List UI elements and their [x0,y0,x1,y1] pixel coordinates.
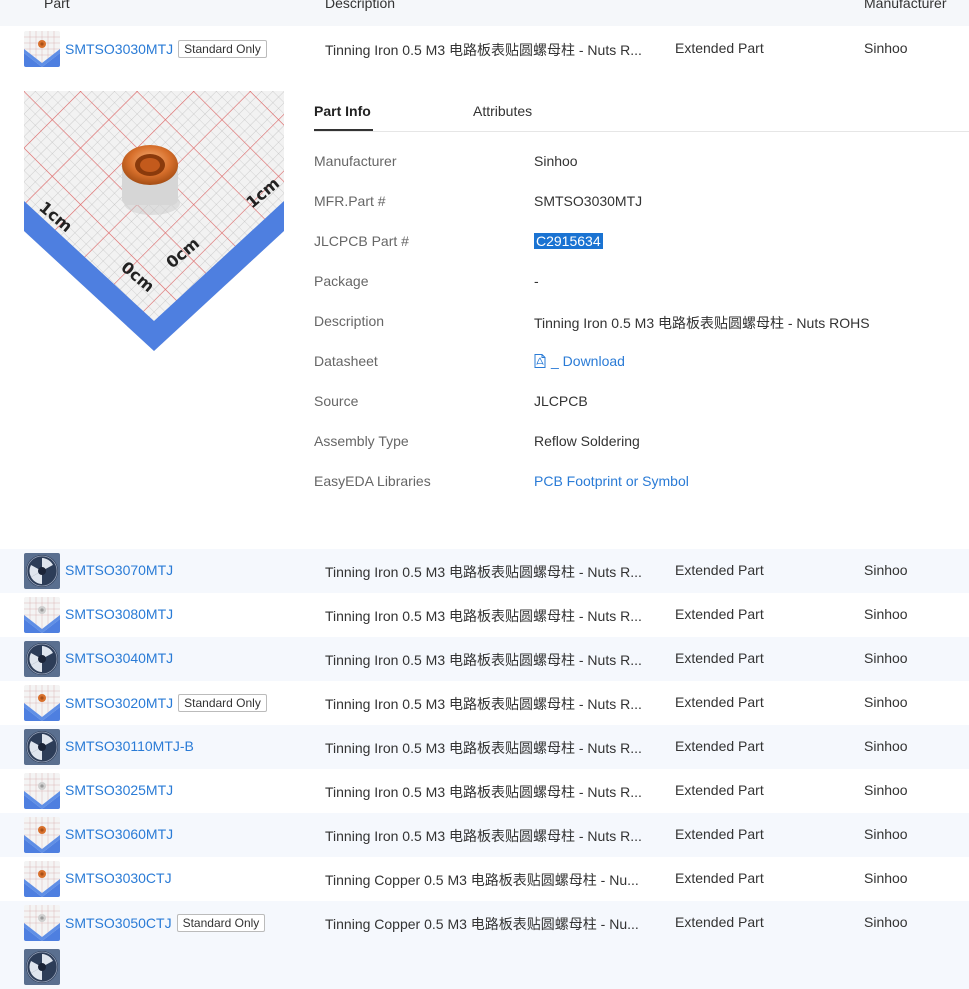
part-type: Extended Part [675,650,764,666]
standard-only-badge: Standard Only [178,694,267,712]
part-type: Extended Part [675,606,764,622]
table-row[interactable] [0,945,969,989]
part-thumbnail[interactable] [24,817,60,853]
part-description: Tinning Copper 0.5 M3 电路板表贴圆螺母柱 - Nu... [325,872,639,888]
part-manufacturer: Sinhoo [864,914,908,930]
part-thumbnail[interactable] [24,949,60,985]
detail-tabs: Part Info Attributes [314,92,969,132]
part-description: Tinning Iron 0.5 M3 电路板表贴圆螺母柱 - Nuts R..… [325,652,642,668]
part-number-link[interactable]: SMTSO3060MTJ [65,826,173,842]
part-description: Tinning Iron 0.5 M3 电路板表贴圆螺母柱 - Nuts R..… [325,42,642,58]
part-description: Tinning Iron 0.5 M3 电路板表贴圆螺母柱 - Nuts R..… [325,696,642,712]
table-row[interactable]: SMTSO3040MTJ Tinning Iron 0.5 M3 电路板表贴圆螺母… [0,637,969,681]
part-number-link[interactable]: SMTSO3040MTJ [65,650,173,666]
table-row-expanded[interactable]: SMTSO3030MTJ Standard Only Tinning Iron 0… [0,27,969,71]
part-thumbnail[interactable] [24,597,60,633]
part-manufacturer: Sinhoo [864,562,908,578]
info-value-jlcpcb-part[interactable]: C2915634 [534,233,603,249]
info-label-mfr-part: MFR.Part # [314,193,386,209]
part-number-link[interactable]: SMTSO3020MTJ Standard Only [65,694,267,712]
table-row[interactable]: SMTSO3050CTJ Standard Only Tinning Copper … [0,901,969,945]
info-label-source: Source [314,393,359,409]
part-manufacturer: Sinhoo [864,826,908,842]
part-number-link[interactable]: SMTSO3030MTJ Standard Only [65,40,267,58]
part-type: Extended Part [675,738,764,754]
info-label-easyeda: EasyEDA Libraries [314,473,431,489]
info-value-assembly-type: Reflow Soldering [534,433,640,449]
info-value-package: - [534,273,539,289]
part-thumbnail[interactable] [24,861,60,897]
part-description: Tinning Iron 0.5 M3 电路板表贴圆螺母柱 - Nuts R..… [325,564,642,580]
active-tab-indicator [314,129,373,131]
table-row[interactable]: SMTSO3020MTJ Standard Only Tinning Iron 0.… [0,681,969,725]
part-number-link[interactable]: SMTSO3080MTJ [65,606,173,622]
part-description: Tinning Iron 0.5 M3 电路板表贴圆螺母柱 - Nuts R..… [325,828,642,844]
part-manufacturer: Sinhoo [864,650,908,666]
part-number-link[interactable]: SMTSO3030CTJ [65,870,172,886]
table-row[interactable]: SMTSO3030CTJ Tinning Copper 0.5 M3 电路板表贴圆… [0,857,969,901]
part-manufacturer: Sinhoo [864,870,908,886]
column-header-manufacturer[interactable]: Manufacturer [864,0,946,11]
info-label-jlcpcb-part: JLCPCB Part # [314,233,409,249]
table-row[interactable]: SMTSO3070MTJ Tinning Iron 0.5 M3 电路板表贴圆螺母… [0,549,969,593]
part-thumbnail[interactable] [24,773,60,809]
part-type: Extended Part [675,782,764,798]
part-type: Extended Part [675,914,764,930]
part-thumbnail[interactable] [24,729,60,765]
info-value-source: JLCPCB [534,393,588,409]
column-header-part[interactable]: Part [44,0,70,11]
info-value-mfr-part: SMTSO3030MTJ [534,193,643,209]
info-value-description: Tinning Iron 0.5 M3 电路板表贴圆螺母柱 - Nuts ROH… [534,315,870,331]
info-label-assembly-type: Assembly Type [314,433,409,449]
part-number-link[interactable]: SMTSO3050CTJ Standard Only [65,914,266,932]
info-label-manufacturer: Manufacturer [314,153,397,169]
pdf-icon [534,354,546,371]
part-thumbnail[interactable] [24,553,60,589]
table-row[interactable]: SMTSO3080MTJ Tinning Iron 0.5 M3 电路板表贴圆螺母… [0,593,969,637]
column-header-description[interactable]: Description [325,0,395,11]
selected-text[interactable]: C2915634 [534,233,603,249]
info-label-package: Package [314,273,369,289]
part-thumbnail[interactable] [24,685,60,721]
part-type: Extended Part [675,562,764,578]
datasheet-download-link[interactable]: _ Download [534,353,625,371]
table-row[interactable]: SMTSO30110MTJ-B Tinning Iron 0.5 M3 电路板表贴… [0,725,969,769]
part-type: Extended Part [675,694,764,710]
part-description: Tinning Iron 0.5 M3 电路板表贴圆螺母柱 - Nuts R..… [325,740,642,756]
part-manufacturer: Sinhoo [864,738,908,754]
part-type: Extended Part [675,40,764,56]
part-thumbnail[interactable] [24,31,60,67]
tab-attributes[interactable]: Attributes [473,103,532,119]
part-description: Tinning Iron 0.5 M3 电路板表贴圆螺母柱 - Nuts R..… [325,784,642,800]
part-description: Tinning Copper 0.5 M3 电路板表贴圆螺母柱 - Nu... [325,916,639,932]
part-number-link[interactable]: SMTSO30110MTJ-B [65,738,194,754]
part-type: Extended Part [675,826,764,842]
part-manufacturer: Sinhoo [864,782,908,798]
part-manufacturer: Sinhoo [864,694,908,710]
product-image[interactable]: 1cm 0cm 0cm 1cm [24,91,284,351]
part-number-link[interactable]: SMTSO3025MTJ [65,782,173,798]
part-number-link[interactable]: SMTSO3070MTJ [65,562,173,578]
info-label-description: Description [314,313,385,329]
table-header: Part Description Manufacturer [0,0,969,26]
part-thumbnail[interactable] [24,641,60,677]
standard-only-badge: Standard Only [176,914,266,932]
tab-part-info[interactable]: Part Info [314,103,371,119]
part-thumbnail[interactable] [24,905,60,941]
part-description: Tinning Iron 0.5 M3 电路板表贴圆螺母柱 - Nuts R..… [325,608,642,624]
standard-only-badge: Standard Only [178,40,267,58]
info-label-datasheet: Datasheet [314,353,378,369]
info-value-manufacturer: Sinhoo [534,153,578,169]
table-row[interactable]: SMTSO3060MTJ Tinning Iron 0.5 M3 电路板表贴圆螺母… [0,813,969,857]
easyeda-library-link[interactable]: PCB Footprint or Symbol [534,473,689,489]
part-type: Extended Part [675,870,764,886]
part-manufacturer: Sinhoo [864,40,908,56]
table-row[interactable]: SMTSO3025MTJ Tinning Iron 0.5 M3 电路板表贴圆螺母… [0,769,969,813]
part-manufacturer: Sinhoo [864,606,908,622]
